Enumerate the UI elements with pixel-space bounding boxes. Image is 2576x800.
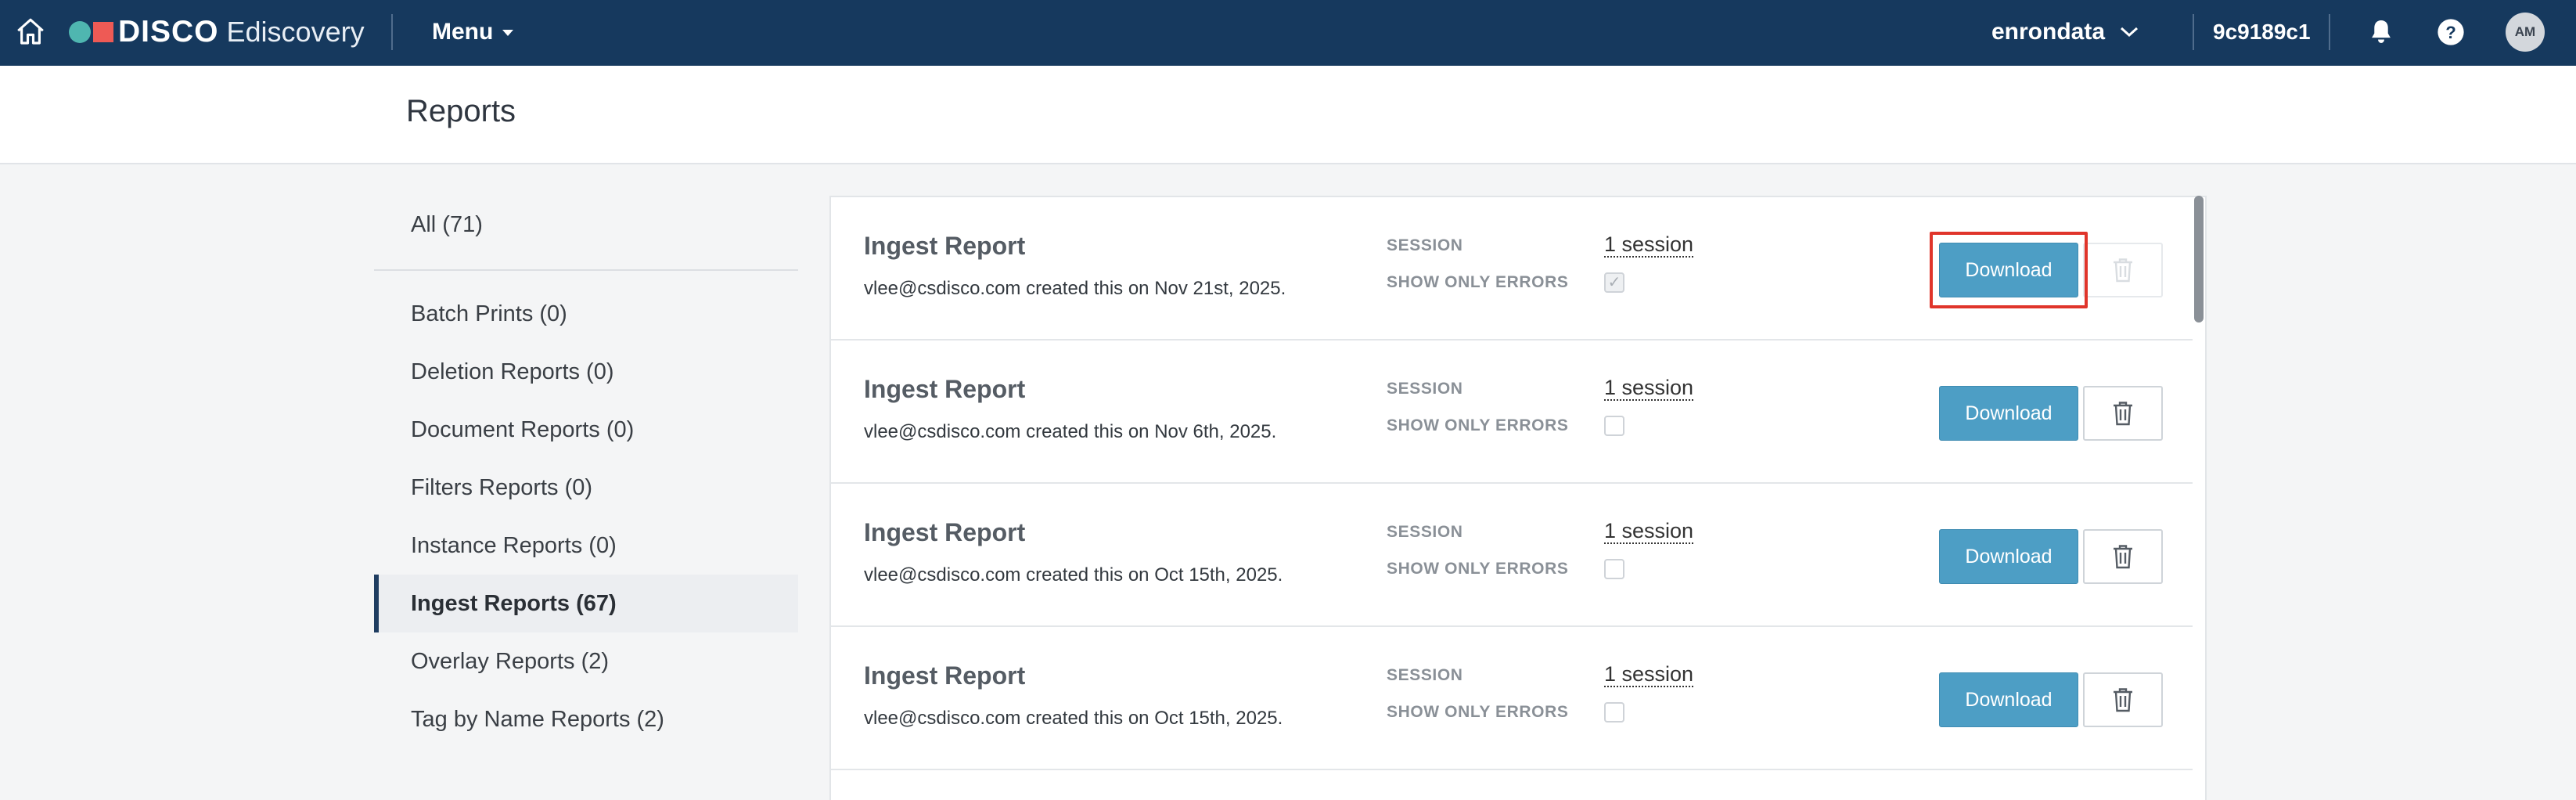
bell-icon[interactable] (2366, 17, 2396, 47)
download-button[interactable]: Download (1939, 243, 2078, 297)
download-button[interactable]: Download (1939, 386, 2078, 441)
logo-square-shape (93, 22, 113, 42)
help-icon[interactable]: ? (2436, 17, 2466, 47)
delete-button[interactable] (2083, 529, 2163, 584)
report-title: Ingest Report (864, 232, 1026, 260)
report-row: Ingest Report vlee@csdisco.com created t… (831, 341, 2193, 484)
session-link[interactable]: 1 session (1604, 376, 1694, 401)
show-only-errors-checkbox[interactable] (1604, 416, 1624, 436)
divider (2193, 14, 2194, 50)
page-title: Reports (406, 94, 516, 128)
session-label: SESSION (1387, 666, 1463, 684)
session-label: SESSION (1387, 523, 1463, 541)
sidebar-item-deletion-reports[interactable]: Deletion Reports (0) (374, 343, 798, 401)
logo-product: Ediscovery (226, 16, 365, 48)
sidebar-item-tag-by-name-reports[interactable]: Tag by Name Reports (2) (374, 690, 798, 748)
home-icon[interactable] (14, 16, 47, 49)
sidebar-item-ingest-reports[interactable]: Ingest Reports (67) (374, 575, 798, 632)
report-meta: vlee@csdisco.com created this on Oct 15t… (864, 708, 1283, 729)
show-only-errors-checkbox[interactable] (1604, 559, 1624, 579)
report-row: Ingest Report vlee@csdisco.com created t… (831, 484, 2193, 627)
sidebar-item-filters-reports[interactable]: Filters Reports (0) (374, 459, 798, 517)
report-title: Ingest Report (864, 375, 1026, 403)
session-label: SESSION (1387, 236, 1463, 254)
session-label: SESSION (1387, 380, 1463, 398)
trash-icon (2114, 258, 2132, 283)
session-link[interactable]: 1 session (1604, 232, 1694, 258)
report-row: Ingest Report vlee@csdisco.com created t… (831, 197, 2193, 341)
list-scrollbar[interactable] (2194, 196, 2204, 323)
show-only-errors-label: SHOW ONLY ERRORS (1387, 703, 1569, 721)
chevron-down-icon (2121, 27, 2139, 38)
divider (391, 14, 393, 50)
report-meta: vlee@csdisco.com created this on Nov 21s… (864, 278, 1286, 299)
sidebar-item-all[interactable]: All (71) (374, 196, 798, 254)
sidebar-item-document-reports[interactable]: Document Reports (0) (374, 401, 798, 459)
user-avatar[interactable]: AM (2506, 13, 2545, 52)
download-button[interactable]: Download (1939, 672, 2078, 727)
top-navigation-bar: DISCO Ediscovery Menu enrondata 9c9189c1… (0, 0, 2576, 66)
session-link[interactable]: 1 session (1604, 662, 1694, 687)
delete-button[interactable] (2083, 243, 2163, 297)
caret-down-icon (502, 30, 514, 36)
show-only-errors-checkbox[interactable]: ✓ (1604, 272, 1624, 293)
menu-label: Menu (432, 19, 494, 45)
delete-button[interactable] (2083, 672, 2163, 727)
show-only-errors-label: SHOW ONLY ERRORS (1387, 273, 1569, 291)
trash-icon (2114, 402, 2132, 426)
show-only-errors-checkbox[interactable] (1604, 702, 1624, 723)
svg-text:?: ? (2445, 23, 2456, 42)
menu-button[interactable]: Menu (432, 16, 514, 49)
user-id: 9c9189c1 (2213, 20, 2311, 44)
trash-icon (2114, 545, 2132, 569)
checkmark-icon: ✓ (1607, 274, 1621, 291)
report-row: Ingest Report vlee@csdisco.com created t… (831, 627, 2193, 770)
session-link[interactable]: 1 session (1604, 519, 1694, 544)
report-list: Ingest Report vlee@csdisco.com created t… (829, 196, 2207, 800)
download-button[interactable]: Download (1939, 529, 2078, 584)
delete-button[interactable] (2083, 386, 2163, 441)
show-only-errors-label: SHOW ONLY ERRORS (1387, 560, 1569, 578)
report-title: Ingest Report (864, 518, 1026, 546)
sidebar-item-batch-prints[interactable]: Batch Prints (0) (374, 285, 798, 343)
report-meta: vlee@csdisco.com created this on Nov 6th… (864, 421, 1277, 442)
divider (2329, 14, 2330, 50)
sidebar-item-instance-reports[interactable]: Instance Reports (0) (374, 517, 798, 575)
report-meta: vlee@csdisco.com created this on Oct 15t… (864, 564, 1283, 586)
project-selector[interactable]: enrondata (1991, 16, 2139, 49)
report-title: Ingest Report (864, 661, 1026, 690)
sidebar-item-overlay-reports[interactable]: Overlay Reports (2) (374, 632, 798, 690)
trash-icon (2114, 688, 2132, 712)
show-only-errors-label: SHOW ONLY ERRORS (1387, 416, 1569, 434)
logo-brand: DISCO (118, 15, 219, 49)
logo-dot-shape (69, 21, 91, 43)
disco-logo[interactable]: DISCO Ediscovery (69, 16, 365, 49)
page-header: Reports (0, 66, 2576, 164)
project-name: enrondata (1991, 19, 2106, 45)
sidebar-divider (374, 269, 798, 271)
